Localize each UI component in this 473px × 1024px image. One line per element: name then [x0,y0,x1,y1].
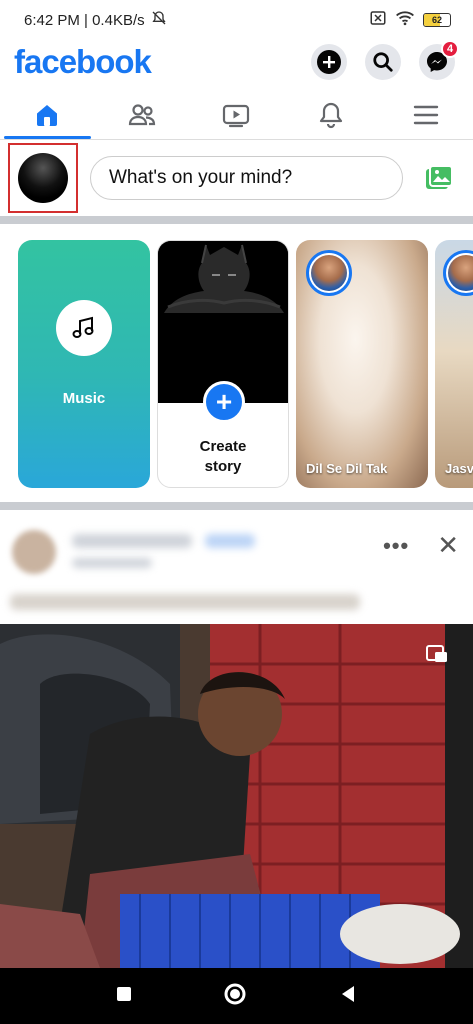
story-author-name: Jasv [445,461,473,476]
stories-tray: Music + Create story Dil Se Dil Tak Jasv [0,232,473,502]
status-time: 6:42 PM | 0.4KB/s [24,11,145,29]
photo-button[interactable] [419,158,459,198]
facebook-logo[interactable]: facebook [14,43,152,81]
post-author-name [72,534,192,548]
picture-in-picture-icon[interactable] [425,642,449,671]
divider [0,502,473,510]
story-avatar [306,250,352,296]
messenger-button[interactable]: 4 [419,40,459,80]
video-icon [223,104,250,127]
post-follow-link [205,534,255,548]
story-author-name: Dil Se Dil Tak [306,461,388,476]
search-icon [373,52,393,72]
system-nav-bar [0,968,473,1024]
post-caption [10,594,360,610]
wifi-icon [395,10,415,30]
whats-on-your-mind-input[interactable]: What's on your mind? [90,156,403,200]
no-sim-icon [369,10,387,30]
home-icon [37,104,58,126]
photo-icon [426,165,453,189]
story-avatar [443,250,473,296]
header-actions: 4 [311,40,459,80]
messenger-badge: 4 [441,40,459,58]
battery-level: 62 [431,15,442,25]
app-header: facebook 4 [0,40,473,84]
post-header: ••• ✕ [0,512,473,624]
back-icon[interactable] [338,984,358,1009]
story-friend[interactable]: Jasv [435,240,473,488]
plus-icon [317,50,341,74]
story-music[interactable]: Music [18,240,150,488]
tab-watch[interactable] [189,90,284,139]
friends-icon [128,103,155,125]
post-author-avatar[interactable] [12,530,56,574]
story-music-label: Music [62,390,106,407]
battery-icon: 62 [423,13,451,27]
home-circle-icon[interactable] [223,982,247,1011]
tab-menu[interactable] [378,90,473,139]
tab-home[interactable] [0,90,95,139]
status-bar: 6:42 PM | 0.4KB/s 62 [0,0,473,40]
hamburger-icon [413,105,438,124]
story-create[interactable]: + Create story [157,240,289,488]
story-friend[interactable]: Dil Se Dil Tak [296,240,428,488]
search-button[interactable] [365,44,401,80]
create-story-label: Create story [158,437,288,477]
post-video[interactable] [0,624,473,968]
create-button[interactable] [311,44,347,80]
create-story-image [158,241,288,403]
bell-icon [319,102,343,128]
tab-friends[interactable] [95,90,190,139]
create-story-label-line1: Create [199,438,247,455]
mute-icon [151,10,167,30]
recents-icon[interactable] [115,985,133,1008]
divider [0,216,473,224]
tab-bar [0,90,473,140]
post-meta [72,558,152,568]
post-composer: What's on your mind? [0,140,473,216]
create-story-plus-icon: + [203,381,245,423]
music-note-icon [56,300,112,356]
avatar-highlight [8,143,78,213]
profile-avatar[interactable] [18,153,68,203]
close-icon[interactable]: ✕ [437,530,459,561]
status-left: 6:42 PM | 0.4KB/s [24,10,167,30]
more-options-icon[interactable]: ••• [383,533,409,559]
tab-notifications[interactable] [284,90,379,139]
create-story-label-line2: story [204,458,242,475]
post-actions: ••• ✕ [383,530,459,561]
status-right: 62 [369,10,451,30]
